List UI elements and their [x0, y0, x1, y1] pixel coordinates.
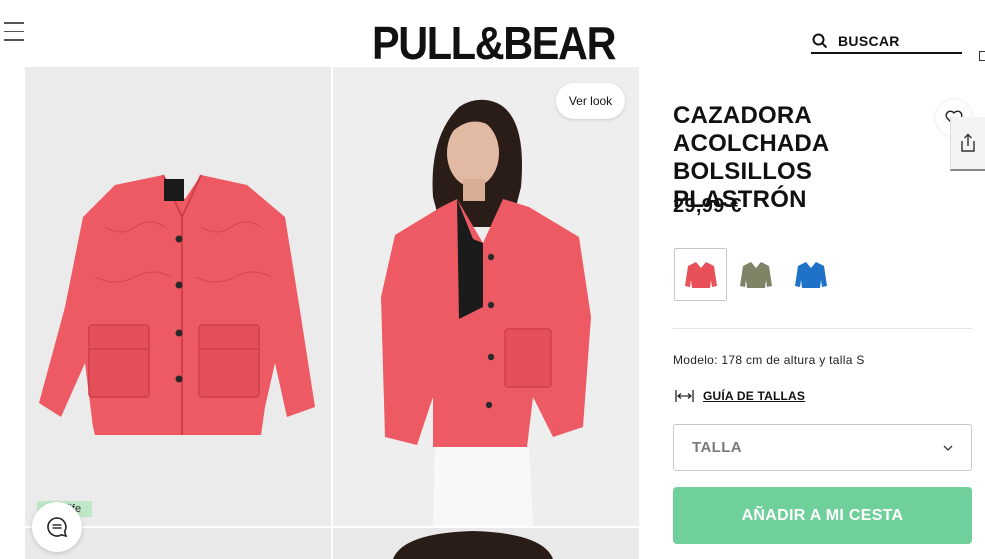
product-title-line: CAZADORA [673, 102, 812, 129]
size-guide-link[interactable]: GUÍA DE TALLAS [675, 389, 805, 403]
size-select-label: TALLA [692, 439, 743, 456]
product-image-4[interactable] [333, 528, 639, 559]
jacket-illustration [39, 174, 315, 435]
product-gallery [25, 67, 639, 559]
product-title-line: ACOLCHADA [673, 130, 830, 157]
color-swatches [674, 248, 837, 301]
shopping-bag-icon[interactable] [979, 51, 985, 61]
jacket-thumbnail-icon [794, 261, 827, 288]
jacket-thumbnail-icon [684, 261, 717, 288]
add-to-cart-button[interactable]: AÑADIR A MI CESTA [673, 487, 972, 544]
ruler-icon [675, 390, 694, 402]
search-icon [812, 33, 828, 49]
gallery-divider [25, 526, 639, 528]
color-swatch-coral[interactable] [674, 248, 727, 301]
jacket-thumbnail-icon [739, 261, 772, 288]
model-illustration [381, 99, 591, 526]
share-icon [961, 133, 975, 152]
chevron-down-icon [943, 445, 953, 451]
size-guide-label: GUÍA DE TALLAS [703, 389, 806, 403]
product-image-flat[interactable] [25, 67, 331, 526]
color-swatch-blue[interactable] [784, 248, 837, 301]
share-button[interactable] [950, 117, 985, 171]
size-select[interactable]: TALLA [673, 424, 972, 471]
product-price: 29,99 € [673, 195, 742, 217]
color-swatch-khaki[interactable] [729, 248, 782, 301]
hamburger-menu-icon[interactable] [4, 22, 24, 42]
product-image-model[interactable] [333, 67, 639, 526]
ver-look-button[interactable]: Ver look [556, 83, 625, 119]
chat-icon [47, 517, 68, 538]
search-field[interactable]: BUSCAR [811, 30, 962, 54]
chat-button[interactable] [32, 502, 82, 552]
gallery-divider [331, 67, 333, 559]
section-divider [673, 328, 972, 329]
brand-logo[interactable]: PULL&BEAR [372, 20, 617, 66]
model-info: Modelo: 178 cm de altura y talla S [673, 353, 865, 367]
search-label: BUSCAR [838, 33, 900, 49]
